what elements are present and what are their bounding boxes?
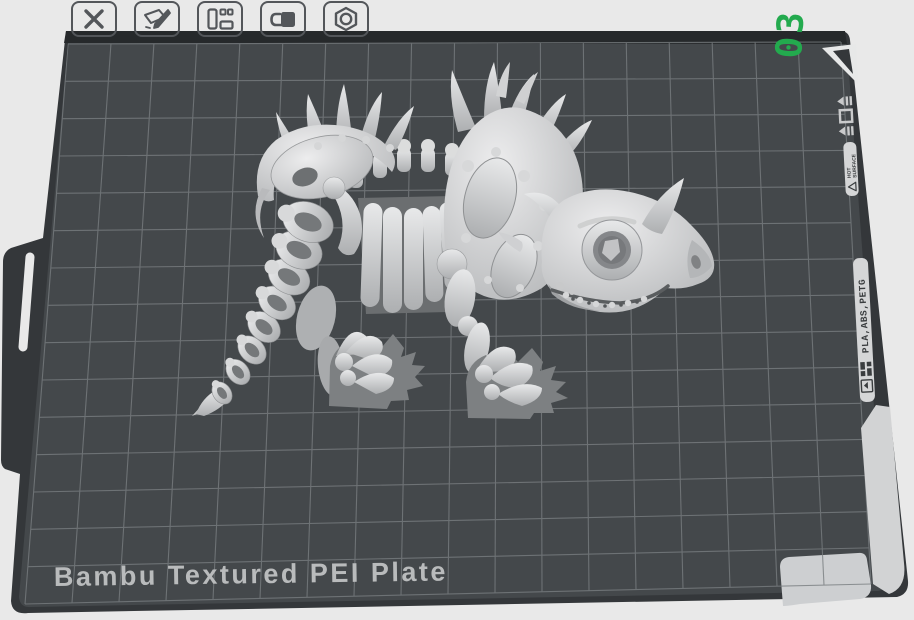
slicer-3d-viewport[interactable]: HOT SURFACE PLA,ABS,PETG [0, 0, 914, 620]
delete-plate-button[interactable] [71, 1, 117, 37]
arrange-plate-button[interactable] [197, 1, 243, 37]
plate-settings-button[interactable] [323, 1, 369, 37]
build-plate-canvas[interactable]: HOT SURFACE PLA,ABS,PETG [0, 0, 914, 620]
plate-corner-tab [780, 553, 871, 606]
plate-number: 03 [769, 8, 813, 59]
gear-nut-icon [332, 6, 360, 32]
rename-plate-button[interactable] [134, 1, 180, 37]
unlocked-padlock-icon [269, 7, 297, 31]
plate-toolbar [71, 1, 369, 37]
edit-plate-icon [142, 7, 172, 31]
close-x-icon [81, 7, 107, 31]
hot-surface-line2: SURFACE [851, 153, 858, 178]
arrange-layout-icon [206, 7, 234, 31]
plate-brand-label: Bambu Textured PEI Plate [54, 556, 448, 591]
lock-plate-button[interactable] [260, 1, 306, 37]
